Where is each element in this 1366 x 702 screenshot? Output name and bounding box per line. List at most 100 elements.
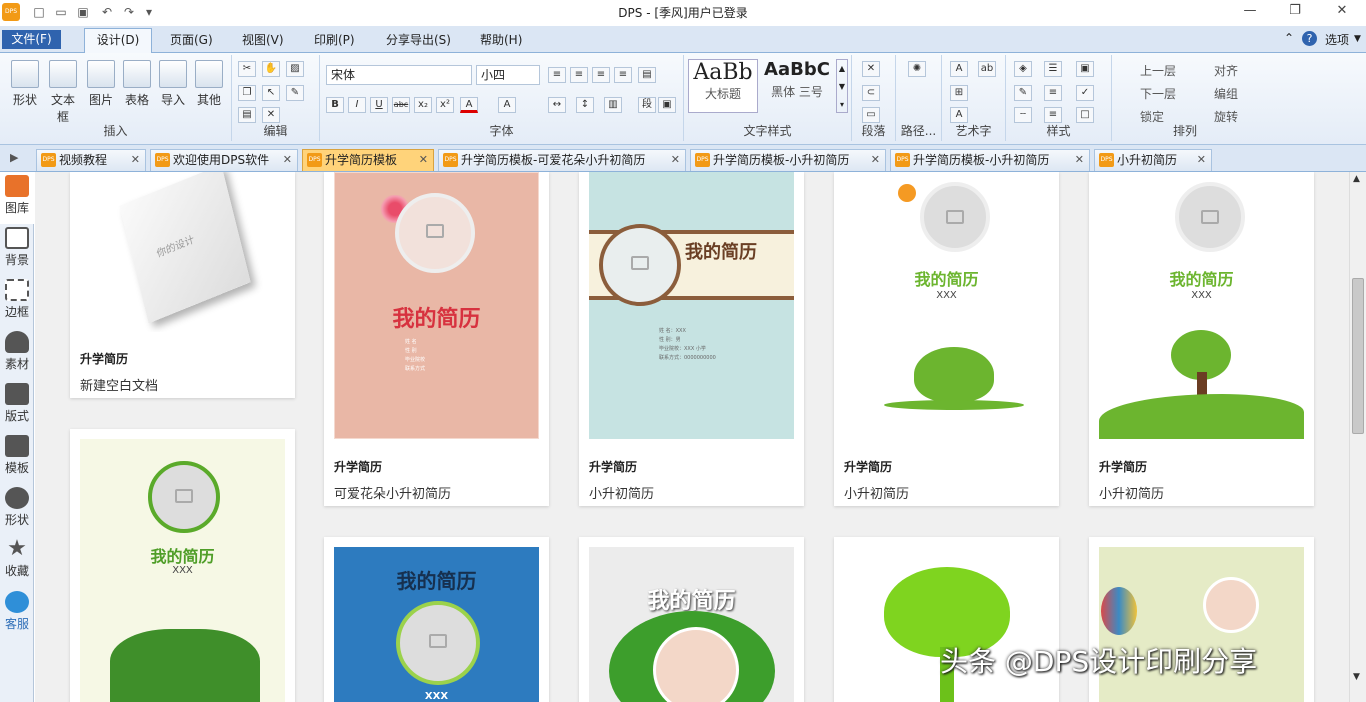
align-left-icon[interactable]: ≡ — [548, 67, 566, 83]
sidebar-item-gallery[interactable]: 图库 — [0, 172, 34, 224]
bold-button[interactable]: B — [326, 97, 344, 113]
chevron-down-icon[interactable]: ▼ — [1354, 34, 1361, 44]
tab-flower-resume[interactable]: DPS 升学简历模板-可爱花朵小升初简历 ✕ — [438, 149, 686, 171]
template-card-blue-sky[interactable]: 我的简历 XXX — [324, 537, 549, 702]
template-card-green-tree[interactable]: 我的简历 XXX 升学简历 小升初简历 — [834, 172, 1059, 506]
format-painter-icon[interactable]: ✎ — [286, 85, 304, 101]
sidebar-item-customer-service[interactable]: 客服 — [0, 588, 34, 640]
tab-close-icon[interactable]: ✕ — [1197, 150, 1206, 170]
vertical-scrollbar[interactable]: ▲ ▼ — [1349, 172, 1366, 702]
wordart-3-icon[interactable]: ⊞ — [950, 85, 968, 101]
line-style-icon[interactable]: ☰ — [1044, 61, 1062, 77]
box-style-icon[interactable]: □ — [1076, 107, 1094, 123]
cut-icon[interactable]: ✂ — [238, 61, 256, 77]
para-tool-1-icon[interactable]: ✕ — [862, 61, 880, 77]
style-large-title[interactable]: AaBb 大标题 — [688, 59, 758, 113]
sidebar-item-border[interactable]: 边框 — [0, 276, 34, 328]
font-size-select[interactable]: 小四 — [476, 65, 540, 85]
tab-close-icon[interactable]: ✕ — [871, 150, 880, 170]
help-icon[interactable]: ? — [1302, 31, 1317, 46]
subscript-button[interactable]: x₂ — [414, 97, 432, 113]
superscript-button[interactable]: x² — [436, 97, 454, 113]
restore-icon[interactable]: ❐ — [1283, 3, 1307, 18]
wordart-2-icon[interactable]: ab — [978, 61, 996, 77]
image-button[interactable]: 图片 — [84, 60, 118, 108]
sidebar-item-material[interactable]: 素材 — [0, 328, 34, 380]
paragraph-icon[interactable]: 段 — [638, 97, 656, 113]
template-card-blue[interactable]: 我的简历 姓 名：XXX 性 别：男 毕业院校：XXX 小学 联系方式：0000000… — [579, 172, 804, 506]
char-spacing-icon[interactable]: ↔ — [548, 97, 566, 113]
import-button[interactable]: 导入 — [156, 60, 190, 108]
justify-icon[interactable]: ≡ — [614, 67, 632, 83]
tab-primary-resume-3[interactable]: DPS 小升初简历 ✕ — [1094, 149, 1212, 171]
columns-icon[interactable]: ▥ — [604, 97, 622, 113]
menu-design[interactable]: 设计(D) — [84, 28, 152, 54]
copy-icon[interactable]: ❐ — [238, 85, 256, 101]
menu-help[interactable]: 帮助(H) — [480, 31, 522, 48]
style-heiti[interactable]: AaBbC 黑体 三号 — [762, 59, 832, 113]
scroll-up-icon[interactable]: ▲ — [1353, 174, 1360, 184]
font-color-button[interactable]: A — [460, 97, 478, 113]
wordart-1-icon[interactable]: A — [950, 61, 968, 77]
tab-close-icon[interactable]: ✕ — [131, 150, 140, 170]
align-center-icon[interactable]: ≡ — [570, 67, 588, 83]
bring-forward-button[interactable]: 上一层 — [1140, 62, 1176, 79]
sidebar-item-favorites[interactable]: ★ 收藏 — [0, 536, 34, 588]
align-right-icon[interactable]: ≡ — [592, 67, 610, 83]
tab-primary-resume-2[interactable]: DPS 升学简历模板-小升初简历 ✕ — [890, 149, 1090, 171]
template-card-grass-girl[interactable]: 我的简历 — [579, 537, 804, 702]
menu-share-export[interactable]: 分享导出(S) — [386, 31, 451, 48]
table-button[interactable]: 表格 — [120, 60, 154, 108]
underline-button[interactable]: U — [370, 97, 388, 113]
strikethrough-button[interactable]: abc — [392, 97, 410, 113]
sidebar-item-shape[interactable]: 形状 — [0, 484, 34, 536]
group-button[interactable]: 编组 — [1214, 85, 1238, 102]
italic-button[interactable]: I — [348, 97, 366, 113]
font-size-grow-button[interactable]: A — [498, 97, 516, 113]
para-tool-3-icon[interactable]: ▭ — [862, 107, 880, 123]
template-card-blank[interactable]: 你的设计 升学简历 新建空白文档 — [70, 172, 295, 398]
wordart-4-icon[interactable]: A — [950, 107, 968, 123]
line-color-icon[interactable]: ✎ — [1014, 85, 1032, 101]
paste-icon[interactable]: ▤ — [238, 107, 256, 123]
scroll-down-icon[interactable]: ▼ — [1353, 672, 1360, 682]
pan-icon[interactable]: ✋ — [262, 61, 280, 77]
styles-scroll-icon[interactable]: ▲ ▼ ▾ — [836, 59, 848, 113]
options-menu[interactable]: 选项 — [1325, 31, 1349, 48]
shape-button[interactable]: 形状 — [8, 60, 42, 108]
line-weight-icon[interactable]: ≡ — [1044, 85, 1062, 101]
shadow-icon[interactable]: ✓ — [1076, 85, 1094, 101]
align-button[interactable]: 对齐 — [1214, 62, 1238, 79]
textbox-button[interactable]: 文本框 — [46, 60, 80, 125]
tab-close-icon[interactable]: ✕ — [1075, 150, 1084, 170]
effect-icon[interactable]: ▣ — [1076, 61, 1094, 77]
send-backward-button[interactable]: 下一层 — [1140, 85, 1176, 102]
template-card-flower[interactable]: 我的简历 姓 名性 别毕业院校 联系方式 升学简历 可爱花朵小升初简历 — [324, 172, 549, 506]
minimize-icon[interactable]: — — [1238, 3, 1262, 18]
menu-file[interactable]: 文件(F) — [2, 30, 61, 49]
ribbon-collapse-icon[interactable]: ⌃ — [1284, 31, 1294, 45]
sidebar-item-layout[interactable]: 版式 — [0, 380, 34, 432]
delete-icon[interactable]: ✕ — [262, 107, 280, 123]
other-button[interactable]: 其他 — [192, 60, 226, 108]
close-icon[interactable]: ✕ — [1330, 3, 1354, 18]
tab-primary-resume-1[interactable]: DPS 升学简历模板-小升初简历 ✕ — [690, 149, 886, 171]
template-card-grass[interactable]: 我的简历 XXX 升学简历 小升初简历 — [1089, 172, 1314, 506]
select-icon[interactable]: ↖ — [262, 85, 280, 101]
arrow-style-icon[interactable]: ≡ — [1044, 107, 1062, 123]
line-spacing-icon[interactable]: ↕ — [576, 97, 594, 113]
scroll-thumb[interactable] — [1352, 278, 1364, 434]
picture-tool-icon[interactable]: ▨ — [286, 61, 304, 77]
tab-close-icon[interactable]: ✕ — [419, 150, 428, 170]
tab-close-icon[interactable]: ✕ — [671, 150, 680, 170]
menu-view[interactable]: 视图(V) — [242, 31, 284, 48]
menu-page[interactable]: 页面(G) — [170, 31, 213, 48]
tab-scroll-icon[interactable]: ▶ — [10, 151, 18, 164]
template-card-green-kids[interactable]: 我的简历 XXX — [70, 429, 295, 702]
distribute-icon[interactable]: ▤ — [638, 67, 656, 83]
fill-color-icon[interactable]: ◈ — [1014, 61, 1032, 77]
sidebar-item-template[interactable]: 模板 — [0, 432, 34, 484]
sidebar-item-background[interactable]: 背景 — [0, 224, 34, 276]
dash-icon[interactable]: ┄ — [1014, 107, 1032, 123]
path-icon[interactable]: ✺ — [908, 61, 926, 77]
